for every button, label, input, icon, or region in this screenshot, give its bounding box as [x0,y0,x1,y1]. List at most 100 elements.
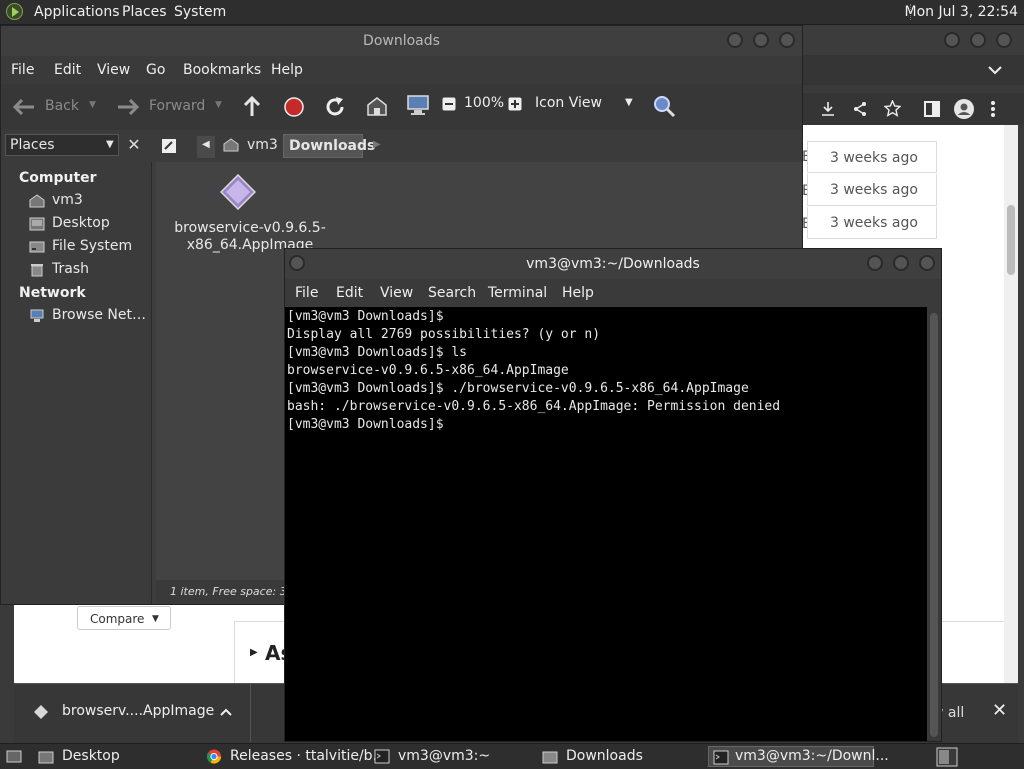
menu-search[interactable]: Search [428,285,476,301]
path-segment-label: Downloads [289,138,376,154]
terminal-titlebar[interactable]: vm3@vm3:~/Downloads [285,249,941,279]
menu-help[interactable]: Help [562,285,594,301]
path-scroll-right-icon[interactable]: ▶ [373,139,381,150]
close-icon[interactable] [779,32,795,48]
menu-terminal[interactable]: Terminal [488,285,547,301]
zoom-in-icon[interactable] [508,97,522,111]
maximize-icon[interactable] [893,255,909,271]
edit-location-icon[interactable] [161,138,177,154]
window-menu-icon[interactable] [289,255,305,271]
workspace-switcher[interactable] [936,746,960,767]
clock[interactable]: Mon Jul 3, 22:54 [905,4,1018,20]
distro-logo-icon[interactable] [6,3,23,20]
side-panel-icon[interactable] [924,101,940,117]
caret-down-icon: ▼ [106,139,114,150]
taskbar-item-label: vm3@vm3:~/Downl... [735,748,889,764]
file-manager-toolbar: Back ▼ Forward ▼ 100% Icon View ▼ [1,84,802,131]
file-manager-titlebar[interactable]: Downloads [1,26,802,56]
terminal-screen[interactable]: [vm3@vm3 Downloads]$ Display all 2769 po… [285,307,927,741]
path-scroll-left-button[interactable]: ◀ [197,136,215,158]
menu-bookmarks[interactable]: Bookmarks [183,62,261,78]
applications-menu[interactable]: Applications [34,4,120,20]
taskbar-item-browser[interactable]: Releases · ttalvitie/b... [206,746,386,767]
forward-label: Forward [149,98,206,114]
desktop-folder-icon [29,217,45,231]
menu-view[interactable]: View [380,285,413,301]
places-menu[interactable]: Places [122,4,167,20]
terminal-icon [713,750,729,765]
menu-view[interactable]: View [97,62,130,78]
caret-left-icon: ◀ [202,139,210,150]
menu-edit[interactable]: Edit [336,285,363,301]
close-icon[interactable] [996,32,1012,48]
up-arrow-icon[interactable] [242,96,262,118]
taskbar-item-label: Releases · ttalvitie/b... [230,748,386,764]
taskbar-item-label: Desktop [62,748,120,764]
path-segment-vm3[interactable]: vm3 [219,134,279,158]
profile-avatar-icon[interactable] [954,99,974,119]
chevron-down-icon[interactable] [988,65,1002,75]
divider [250,684,251,742]
terminal-line: Display all 2769 possibilities? (y or n) [287,327,601,342]
reload-icon[interactable] [324,96,346,118]
chevron-up-icon[interactable] [220,708,232,716]
computer-icon[interactable] [406,94,430,116]
expand-arrow-icon[interactable]: ▶ [250,647,258,658]
more-menu-icon[interactable] [990,101,996,117]
forward-button[interactable]: Forward ▼ [113,92,229,122]
sidebar-item-label: Trash [52,261,89,277]
asset-modified-time: 3 weeks ago [807,174,937,206]
menu-file[interactable]: File [11,62,34,78]
bookmark-star-icon[interactable] [884,100,901,117]
window-title: Downloads [363,33,440,49]
home-folder-icon [29,194,45,208]
page-scrollbar[interactable] [1004,125,1018,685]
path-bar: ◀ vm3 Downloads ▶ [151,130,802,162]
scrollbar-thumb[interactable] [930,313,938,737]
terminal-window: vm3@vm3:~/Downloads File Edit View Searc… [284,248,942,742]
drive-icon [29,241,45,253]
zoom-out-icon[interactable] [442,97,456,111]
menu-help[interactable]: Help [271,62,303,78]
menu-edit[interactable]: Edit [54,62,81,78]
path-segment-downloads[interactable]: Downloads [283,134,375,158]
sidebar-mode-select[interactable]: Places ▼ [5,134,119,156]
stop-icon[interactable] [284,97,304,117]
taskbar-item-terminal-active[interactable]: vm3@vm3:~/Downl... [708,746,889,767]
download-file-label: browserv....AppImage [62,703,215,719]
sidebar-item-label: Browse Net… [52,307,147,323]
maximize-icon[interactable] [970,32,986,48]
back-button[interactable]: Back ▼ [9,92,105,122]
compare-label: Compare [90,612,145,626]
minimize-icon[interactable] [867,255,883,271]
view-mode-select[interactable]: Icon View ▼ [531,92,639,118]
maximize-icon[interactable] [753,32,769,48]
zoom-level[interactable]: 100% [464,95,504,111]
system-menu[interactable]: System [174,4,226,20]
taskbar-item-desktop[interactable]: Desktop [38,746,198,767]
minimize-icon[interactable] [944,32,960,48]
close-sidebar-icon[interactable]: ✕ [123,134,145,156]
menu-go[interactable]: Go [146,62,165,78]
share-icon[interactable] [852,101,868,117]
taskbar-item-label: Downloads [566,748,643,764]
sidebar-mode-label: Places [10,137,55,153]
asset-modified-time: 3 weeks ago [807,207,937,239]
menu-file[interactable]: File [295,285,318,301]
close-download-bar-icon[interactable]: ✕ [992,700,1007,721]
download-icon[interactable] [820,101,836,117]
minimize-icon[interactable] [727,32,743,48]
compare-button[interactable]: Compare ▼ [77,606,171,630]
close-icon[interactable] [919,255,935,271]
taskbar-item-terminal-1[interactable]: vm3@vm3:~ [374,746,534,767]
window-title: vm3@vm3:~/Downloads [526,256,700,272]
taskbar-item-downloads[interactable]: Downloads [542,746,704,767]
scrollbar-thumb[interactable] [1007,205,1015,275]
show-desktop-button[interactable] [6,746,24,767]
terminal-scrollbar[interactable] [927,307,941,741]
search-icon[interactable] [652,94,676,118]
download-item[interactable]: browserv....AppImage [14,684,250,742]
asset-modified-time: 3 weeks ago [807,141,937,173]
taskbar-item-label: vm3@vm3:~ [398,748,491,764]
home-icon[interactable] [366,96,388,116]
